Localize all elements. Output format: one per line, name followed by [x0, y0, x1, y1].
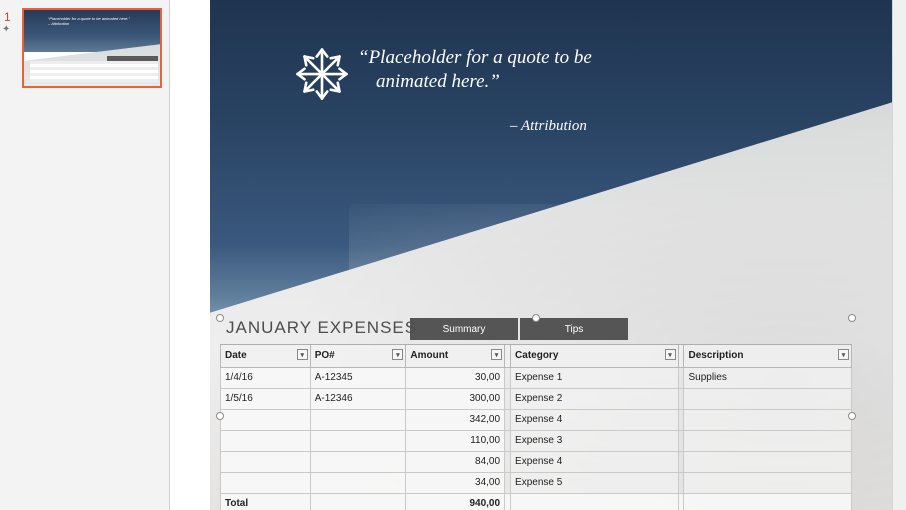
total-amount: 940,00: [406, 493, 505, 510]
snowflake-icon: [294, 46, 350, 102]
app-root: 1 ✦ “Placeholder for a quote to be anima…: [0, 0, 906, 510]
animation-indicator-icon: ✦: [2, 24, 10, 35]
cell-description[interactable]: Supplies: [684, 367, 852, 388]
filter-dropdown-icon[interactable]: ▾: [491, 349, 502, 360]
expense-table: Date▾ PO#▾ Amount▾ Category▾ Description…: [220, 345, 852, 510]
table-row[interactable]: 1/5/16A-12346300,00 Expense 2: [221, 388, 852, 409]
cell-date[interactable]: 1/4/16: [221, 367, 311, 388]
cell-description[interactable]: [684, 409, 852, 430]
cell-po[interactable]: [310, 409, 406, 430]
cell-category[interactable]: Expense 4: [511, 451, 678, 472]
sheet-body: Date▾ PO#▾ Amount▾ Category▾ Description…: [220, 344, 852, 510]
slide-canvas[interactable]: “Placeholder for a quote to be animated …: [210, 0, 906, 510]
cell-amount[interactable]: 110,00: [406, 430, 505, 451]
cell-amount[interactable]: 300,00: [406, 388, 505, 409]
sheet-title: JANUARY EXPENSES: [226, 318, 417, 338]
col-amount[interactable]: Amount▾: [406, 345, 505, 367]
cell-amount[interactable]: 342,00: [406, 409, 505, 430]
cell-description[interactable]: [684, 430, 852, 451]
cell-description[interactable]: [684, 388, 852, 409]
sheet-tabs: Summary Tips: [410, 318, 852, 340]
cell-description[interactable]: [684, 472, 852, 493]
cell-amount[interactable]: 30,00: [406, 367, 505, 388]
quote-text: “Placeholder for a quote to be animated …: [358, 46, 592, 94]
col-description[interactable]: Description▾: [684, 345, 852, 367]
cell-date[interactable]: [221, 451, 311, 472]
slide-thumbnail-panel: 1 ✦ “Placeholder for a quote to be anima…: [0, 0, 170, 510]
filter-dropdown-icon[interactable]: ▾: [297, 349, 308, 360]
slide-stage: “Placeholder for a quote to be animated …: [170, 0, 906, 510]
total-label: Total: [221, 493, 311, 510]
table-row[interactable]: 342,00 Expense 4: [221, 409, 852, 430]
cell-date[interactable]: [221, 472, 311, 493]
cell-category[interactable]: Expense 2: [511, 388, 678, 409]
cell-po[interactable]: [310, 430, 406, 451]
cell-po[interactable]: [310, 451, 406, 472]
col-category[interactable]: Category▾: [511, 345, 678, 367]
col-date[interactable]: Date▾: [221, 345, 311, 367]
table-row[interactable]: 110,00 Expense 3: [221, 430, 852, 451]
cell-category[interactable]: Expense 1: [511, 367, 678, 388]
table-row[interactable]: 84,00 Expense 4: [221, 451, 852, 472]
cell-date[interactable]: [221, 430, 311, 451]
resize-handle[interactable]: [216, 314, 224, 322]
cell-amount[interactable]: 34,00: [406, 472, 505, 493]
cell-po[interactable]: [310, 472, 406, 493]
filter-dropdown-icon[interactable]: ▾: [392, 349, 403, 360]
embedded-spreadsheet-object[interactable]: JANUARY EXPENSES Summary Tips Date▾ PO#▾…: [220, 318, 852, 510]
cell-po[interactable]: A-12345: [310, 367, 406, 388]
slide-number: 1: [4, 10, 11, 24]
filter-dropdown-icon[interactable]: ▾: [838, 349, 849, 360]
col-po[interactable]: PO#▾: [310, 345, 406, 367]
total-row: Total 940,00: [221, 493, 852, 510]
vertical-scrollbar[interactable]: [892, 0, 906, 510]
cell-category[interactable]: Expense 5: [511, 472, 678, 493]
cell-po[interactable]: A-12346: [310, 388, 406, 409]
table-header-row: Date▾ PO#▾ Amount▾ Category▾ Description…: [221, 345, 852, 367]
slide-thumbnail-1[interactable]: “Placeholder for a quote to be animated …: [22, 8, 162, 88]
quote-attribution: – Attribution: [510, 118, 587, 135]
cell-description[interactable]: [684, 451, 852, 472]
cell-category[interactable]: Expense 4: [511, 409, 678, 430]
resize-handle[interactable]: [848, 314, 856, 322]
table-row[interactable]: 1/4/16A-1234530,00 Expense 1 Supplies: [221, 367, 852, 388]
filter-dropdown-icon[interactable]: ▾: [665, 349, 676, 360]
cell-date[interactable]: [221, 409, 311, 430]
tab-summary[interactable]: Summary: [410, 318, 518, 340]
cell-date[interactable]: 1/5/16: [221, 388, 311, 409]
cell-amount[interactable]: 84,00: [406, 451, 505, 472]
cell-category[interactable]: Expense 3: [511, 430, 678, 451]
quote-block[interactable]: “Placeholder for a quote to be animated …: [294, 46, 592, 102]
table-row[interactable]: 34,00 Expense 5: [221, 472, 852, 493]
resize-handle[interactable]: [532, 314, 540, 322]
